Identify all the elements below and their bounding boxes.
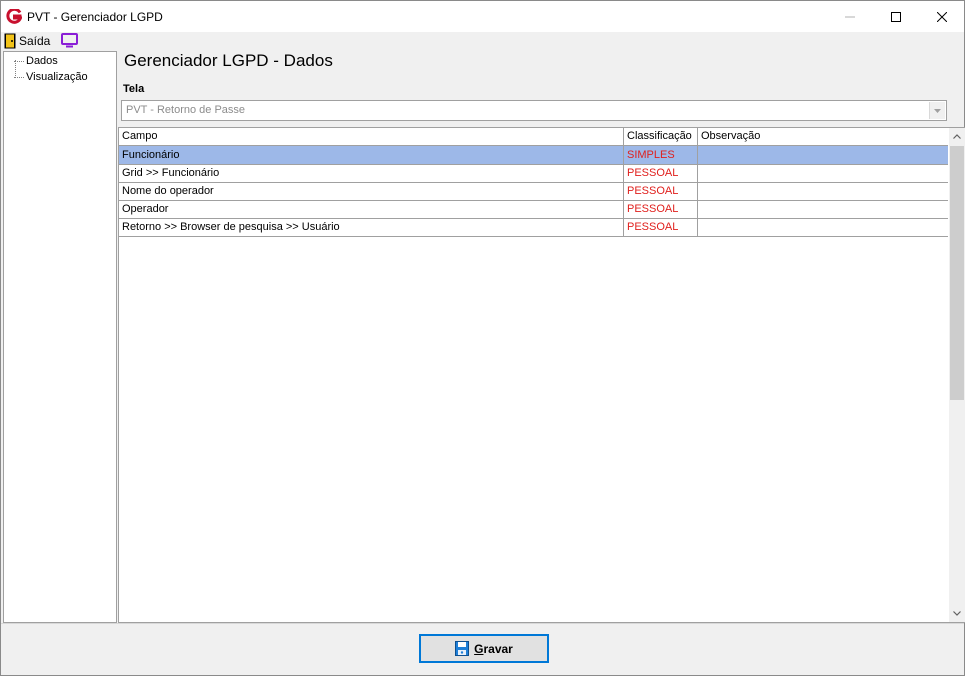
save-button[interactable]: Gravar [419, 634, 549, 663]
cell-campo[interactable]: Operador [119, 200, 624, 218]
minimize-button[interactable] [827, 1, 873, 32]
cell-observacao[interactable] [698, 164, 948, 182]
column-header-campo[interactable]: Campo [119, 128, 624, 145]
scroll-thumb[interactable] [950, 146, 964, 400]
cell-classificacao[interactable]: PESSOAL [624, 200, 698, 218]
data-grid: Campo Classificação Observação Funcionár… [118, 127, 965, 623]
scroll-up-button[interactable] [949, 128, 965, 145]
chevron-down-icon [934, 108, 941, 113]
tree-item-visualizacao[interactable]: Visualização [14, 70, 88, 84]
cell-observacao[interactable] [698, 146, 948, 164]
monitor-icon[interactable] [61, 33, 78, 48]
tree-branch-dots [14, 76, 24, 78]
close-icon [937, 11, 947, 22]
table-row[interactable]: Grid >> Funcionário PESSOAL [119, 164, 948, 183]
tela-select[interactable]: PVT - Retorno de Passe [121, 100, 947, 121]
cell-classificacao[interactable]: PESSOAL [624, 164, 698, 182]
grid-vertical-scrollbar[interactable] [949, 128, 965, 622]
cell-observacao[interactable] [698, 218, 948, 236]
floppy-disk-icon [455, 641, 470, 656]
table-row[interactable]: Retorno >> Browser de pesquisa >> Usuári… [119, 218, 948, 237]
page-title: Gerenciador LGPD - Dados [124, 51, 333, 70]
exit-label: Saída [19, 34, 51, 48]
grid-header: Campo Classificação Observação [119, 128, 948, 146]
app-window: PVT - Gerenciador LGPD Saída Dados Visua… [0, 0, 965, 676]
maximize-icon [891, 11, 901, 22]
menu-bar: Saída [1, 32, 964, 50]
app-logo-icon [6, 9, 22, 24]
tree-item-label: Visualização [26, 71, 88, 83]
close-button[interactable] [919, 1, 965, 32]
column-header-classificacao[interactable]: Classificação [624, 128, 698, 145]
table-row[interactable]: Nome do operador PESSOAL [119, 182, 948, 201]
minimize-icon [845, 16, 855, 17]
save-button-label: Gravar [474, 642, 513, 656]
cell-observacao[interactable] [698, 200, 948, 218]
chevron-down-icon [953, 611, 961, 616]
cell-classificacao[interactable]: PESSOAL [624, 182, 698, 200]
maximize-button[interactable] [873, 1, 919, 32]
title-bar[interactable]: PVT - Gerenciador LGPD [1, 1, 964, 32]
cell-campo[interactable]: Funcionário [119, 146, 624, 164]
cell-classificacao[interactable]: SIMPLES [624, 146, 698, 164]
table-row[interactable]: Operador PESSOAL [119, 200, 948, 219]
navigation-tree: Dados Visualização [3, 51, 117, 623]
window-title: PVT - Gerenciador LGPD [27, 10, 163, 24]
column-header-observacao[interactable]: Observação [698, 128, 948, 145]
cell-campo[interactable]: Nome do operador [119, 182, 624, 200]
scroll-down-button[interactable] [949, 605, 965, 622]
tela-dropdown-button[interactable] [929, 102, 945, 119]
exit-menu-item[interactable]: Saída [4, 33, 50, 49]
tree-item-dados[interactable]: Dados [14, 54, 58, 68]
cell-observacao[interactable] [698, 182, 948, 200]
tela-label: Tela [123, 83, 145, 95]
tree-item-label: Dados [26, 55, 58, 67]
cell-classificacao[interactable]: PESSOAL [624, 218, 698, 236]
footer-divider [1, 623, 964, 624]
tree-branch-dots [14, 60, 24, 62]
cell-campo[interactable]: Retorno >> Browser de pesquisa >> Usuári… [119, 218, 624, 236]
save-label-text: ravar [483, 641, 513, 656]
cell-campo[interactable]: Grid >> Funcionário [119, 164, 624, 182]
exit-door-icon [4, 33, 16, 49]
table-row[interactable]: Funcionário SIMPLES [119, 146, 948, 165]
chevron-up-icon [953, 134, 961, 139]
tela-select-value: PVT - Retorno de Passe [126, 104, 246, 116]
